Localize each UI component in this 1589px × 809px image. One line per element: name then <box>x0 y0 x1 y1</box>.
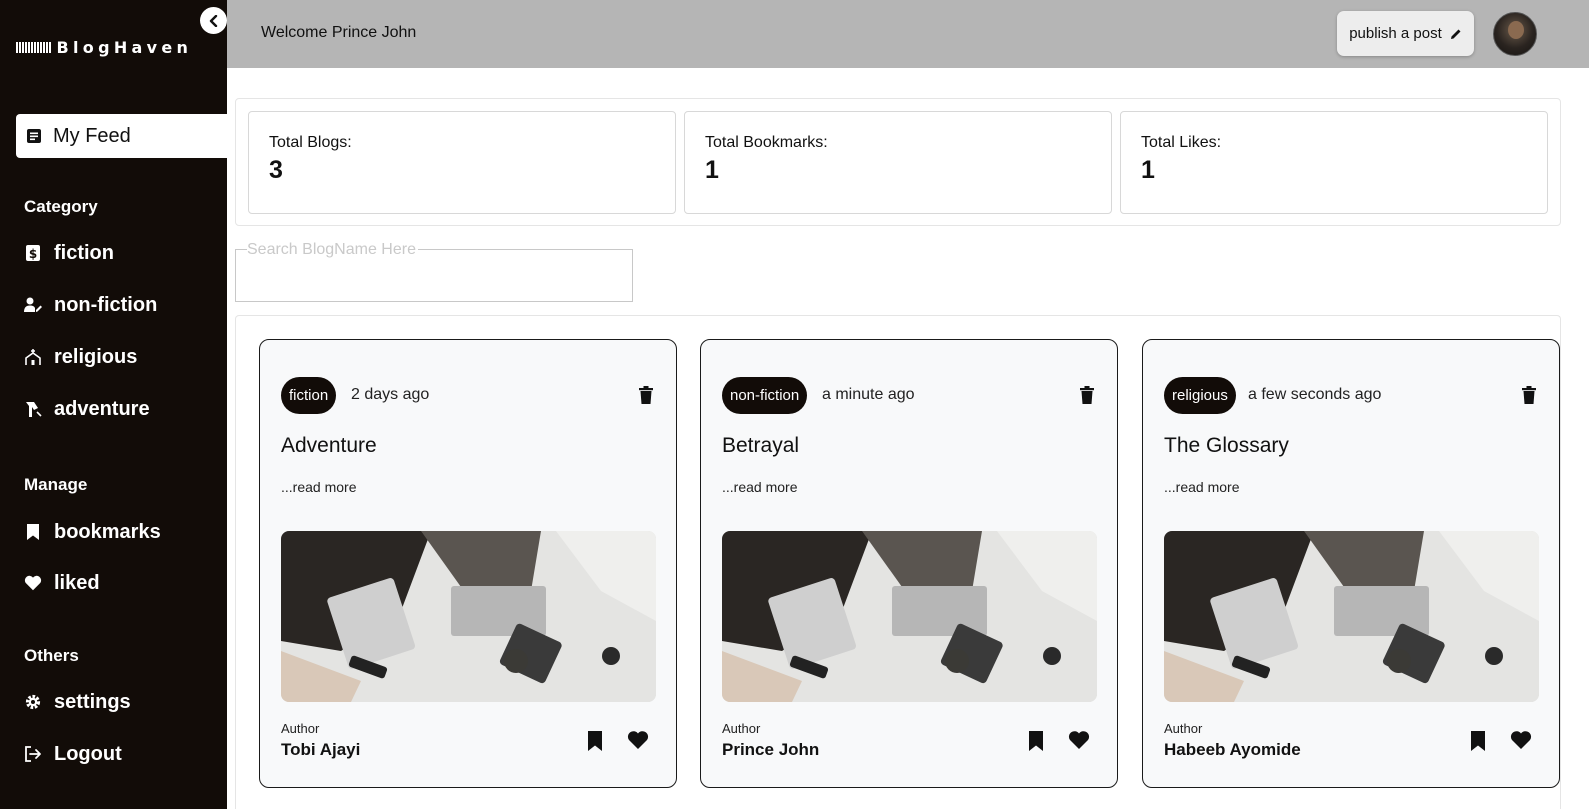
sidebar-item-label: fiction <box>54 241 114 264</box>
read-more-link[interactable]: ...read more <box>281 479 356 495</box>
trash-icon[interactable] <box>1521 386 1537 404</box>
chevron-left-icon <box>209 14 217 27</box>
manage-section-title: Manage <box>24 475 88 494</box>
barcode-icon <box>16 42 51 53</box>
sidebar-item-bookmarks[interactable]: bookmarks <box>24 519 161 545</box>
brand-name: BlogHaven <box>56 38 193 57</box>
heart-icon[interactable] <box>1068 730 1090 750</box>
fiction-book-icon: $ <box>24 244 42 262</box>
category-badge[interactable]: fiction <box>281 377 337 414</box>
sidebar-item-fiction[interactable]: $ fiction <box>24 240 114 266</box>
bookmark-icon[interactable] <box>1028 730 1044 752</box>
heart-icon[interactable] <box>1510 730 1532 750</box>
search-input[interactable] <box>236 250 632 301</box>
sidebar-item-my-feed[interactable]: My Feed <box>16 114 227 158</box>
user-avatar[interactable] <box>1493 12 1537 56</box>
feed-document-icon <box>27 129 41 143</box>
stat-card-total-bookmarks: Total Bookmarks: 1 <box>684 111 1112 214</box>
sidebar-item-label: Logout <box>54 742 122 765</box>
trash-icon[interactable] <box>1079 386 1095 404</box>
others-section-title: Others <box>24 646 79 665</box>
stat-card-total-blogs: Total Blogs: 3 <box>248 111 676 214</box>
post-thumbnail[interactable] <box>281 531 656 702</box>
author-label: Author <box>722 721 761 736</box>
user-edit-icon <box>24 296 42 314</box>
heart-icon[interactable] <box>627 730 649 750</box>
top-header: Welcome Prince John publish a post <box>227 0 1589 68</box>
category-badge[interactable]: religious <box>1164 377 1236 414</box>
sidebar-item-label: My Feed <box>53 124 131 147</box>
sidebar-item-settings[interactable]: settings <box>24 689 131 715</box>
collapse-sidebar-button[interactable] <box>200 7 227 34</box>
sidebar-item-label: adventure <box>54 397 150 420</box>
welcome-message: Welcome Prince John <box>261 24 417 41</box>
post-title[interactable]: Adventure <box>281 434 377 458</box>
pencil-icon <box>1450 29 1461 39</box>
post-time: 2 days ago <box>351 386 430 403</box>
post-title[interactable]: Betrayal <box>722 434 799 458</box>
sidebar-item-label: liked <box>54 571 100 594</box>
sidebar-item-religious[interactable]: religious <box>24 344 137 370</box>
category-section-title: Category <box>24 197 98 216</box>
stat-label: Total Bookmarks: <box>705 134 828 151</box>
blog-card[interactable]: non-fiction a minute ago Betrayal ...rea… <box>700 339 1118 788</box>
author-label: Author <box>281 721 320 736</box>
blog-card[interactable]: religious a few seconds ago The Glossary… <box>1142 339 1560 788</box>
post-thumbnail[interactable] <box>1164 531 1539 702</box>
svg-text:$: $ <box>29 247 37 261</box>
sidebar-item-label: bookmarks <box>54 520 161 543</box>
church-icon <box>24 348 42 366</box>
trash-icon[interactable] <box>638 386 654 404</box>
sidebar-item-logout[interactable]: Logout <box>24 741 122 767</box>
stat-card-total-likes: Total Likes: 1 <box>1120 111 1548 214</box>
brand-logo[interactable]: BlogHaven <box>16 38 192 57</box>
author-name: Prince John <box>722 740 820 759</box>
sidebar-item-label: religious <box>54 345 138 368</box>
category-badge[interactable]: non-fiction <box>722 377 808 414</box>
read-more-link[interactable]: ...read more <box>722 479 797 495</box>
author-name: Habeeb Ayomide <box>1164 740 1301 759</box>
heart-icon <box>24 574 42 592</box>
stat-label: Total Likes: <box>1141 134 1222 151</box>
bookmark-icon[interactable] <box>587 730 603 752</box>
post-thumbnail[interactable] <box>722 531 1097 702</box>
stats-panel: Total Blogs: 3 Total Bookmarks: 1 Total … <box>235 98 1561 226</box>
stat-label: Total Blogs: <box>269 134 352 151</box>
gear-icon <box>24 693 42 711</box>
author-label: Author <box>1164 721 1203 736</box>
logout-icon <box>24 745 42 763</box>
publish-post-button[interactable]: publish a post <box>1337 11 1474 56</box>
stat-value: 3 <box>269 156 283 184</box>
publish-post-label: publish a post <box>1349 25 1442 42</box>
post-time: a minute ago <box>822 386 915 403</box>
sidebar-item-non-fiction[interactable]: non-fiction <box>24 292 157 318</box>
stat-value: 1 <box>705 156 719 184</box>
sidebar-item-label: settings <box>54 690 131 713</box>
post-title[interactable]: The Glossary <box>1164 434 1289 458</box>
sidebar-item-adventure[interactable]: adventure <box>24 396 150 422</box>
bookmark-icon[interactable] <box>1470 730 1486 752</box>
post-time: a few seconds ago <box>1248 386 1382 403</box>
sidebar-item-label: non-fiction <box>54 293 158 316</box>
author-name: Tobi Ajayi <box>281 740 361 759</box>
sidebar-item-liked[interactable]: liked <box>24 570 100 596</box>
stat-value: 1 <box>1141 156 1155 184</box>
blog-card[interactable]: fiction 2 days ago Adventure ...read mor… <box>259 339 677 788</box>
bookmark-icon <box>24 523 42 541</box>
search-field[interactable]: Search BlogName Here <box>235 241 633 302</box>
adventure-icon <box>24 400 42 418</box>
sidebar: BlogHaven My Feed Category $ fiction non… <box>0 0 227 809</box>
read-more-link[interactable]: ...read more <box>1164 479 1239 495</box>
